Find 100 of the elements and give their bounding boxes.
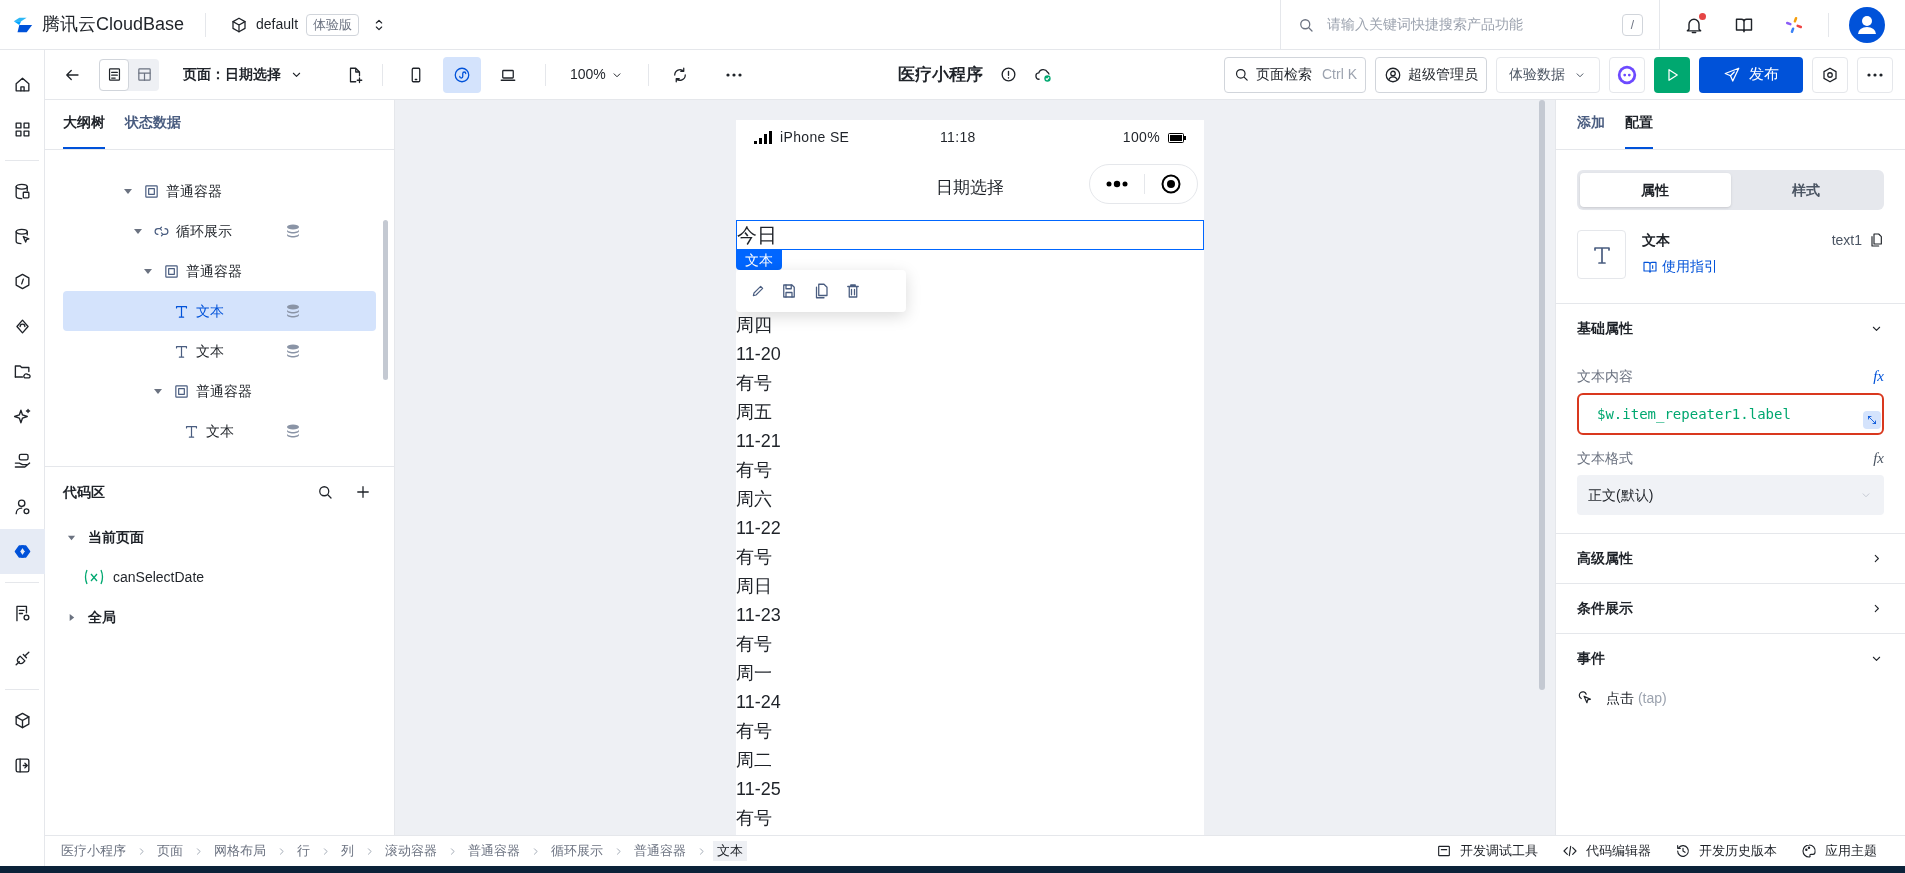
assistant-button[interactable] <box>1609 56 1645 93</box>
panel-tab[interactable]: 添加 <box>1577 112 1605 149</box>
alert-circle-icon[interactable] <box>998 65 1018 84</box>
breadcrumb-item[interactable]: 普通容器 <box>630 841 690 861</box>
tree-toggle-icon[interactable] <box>133 226 143 236</box>
save-icon[interactable] <box>780 282 798 300</box>
selected-text-element[interactable]: 今日 <box>736 220 1204 250</box>
field-label: 文本格式 <box>1577 448 1633 468</box>
tree-item[interactable]: 普通容器 <box>63 171 376 211</box>
plus-icon[interactable] <box>354 483 372 501</box>
colorful-logo-icon[interactable] <box>1784 14 1804 35</box>
settings-button[interactable] <box>1812 56 1848 93</box>
expand-icon <box>1866 414 1878 426</box>
hexagon-icon <box>12 272 32 291</box>
code-item[interactable]: canSelectDate <box>63 557 376 597</box>
view-mode-toggle[interactable] <box>99 58 129 91</box>
breadcrumb-item[interactable]: 页面 <box>153 841 187 861</box>
guide-link[interactable]: 使用指引 <box>1642 256 1832 277</box>
breadcrumb-item[interactable]: 行 <box>293 841 314 861</box>
tree-label: 普通容器 <box>186 261 242 281</box>
container-icon <box>143 182 160 200</box>
tree-label: 文本 <box>206 421 234 441</box>
page-search-button[interactable]: 页面检索 Ctrl K <box>1224 56 1366 93</box>
section-header[interactable]: 条件展示 <box>1577 584 1884 633</box>
copy-icon[interactable] <box>1868 232 1884 248</box>
footer-tool-button[interactable]: 开发调试工具 <box>1436 841 1538 861</box>
hand-icon <box>12 452 32 471</box>
format-select[interactable]: 正文(默认) <box>1577 475 1884 515</box>
tree-toggle-icon[interactable] <box>153 386 163 396</box>
container-icon <box>173 382 190 400</box>
tree-item[interactable]: 文本 <box>63 331 376 371</box>
tree-item[interactable]: 循环展示 <box>63 211 376 251</box>
tree-item[interactable]: 普通容器 <box>63 251 376 291</box>
panel-tab[interactable]: 配置 <box>1625 112 1653 149</box>
battery-level: 100% <box>1122 128 1160 147</box>
environment-name[interactable]: default <box>256 14 299 35</box>
tree-item[interactable]: 普通容器 <box>63 371 376 411</box>
container-icon <box>163 262 180 280</box>
pencil-icon[interactable] <box>750 283 766 299</box>
more-icon[interactable] <box>1106 180 1128 188</box>
avatar-icon[interactable] <box>1849 6 1885 43</box>
device-name: iPhone SE <box>780 128 851 147</box>
formula-icon[interactable]: fx <box>1873 364 1884 388</box>
section-header[interactable]: 高级属性 <box>1577 534 1884 583</box>
segment-tab[interactable]: 样式 <box>1730 173 1881 207</box>
shortcut-key: / <box>1621 13 1643 36</box>
settings-icon <box>1821 65 1839 84</box>
field-label: 文本内容 <box>1577 366 1633 386</box>
breadcrumb-item[interactable]: 列 <box>337 841 358 861</box>
footer-tool-button[interactable]: 代码编辑器 <box>1562 841 1651 861</box>
breadcrumb-item[interactable]: 普通容器 <box>464 841 524 861</box>
breadcrumb-item[interactable]: 滚动容器 <box>381 841 441 861</box>
data-select[interactable]: 体验数据 <box>1496 56 1600 93</box>
cube-icon <box>230 15 248 34</box>
section-title: 代码区 <box>63 482 106 502</box>
history-icon <box>1675 843 1691 859</box>
rail-item[interactable] <box>0 529 45 574</box>
list-text: 周六 <box>736 488 772 511</box>
publish-button[interactable]: 发布 <box>1699 56 1803 93</box>
footer-tool-button[interactable]: 开发历史版本 <box>1675 841 1777 861</box>
tree-label: 普通容器 <box>196 381 252 401</box>
breadcrumb-item[interactable]: 医疗小程序 <box>57 841 130 861</box>
panel-tab[interactable]: 状态数据 <box>125 112 181 149</box>
footer-tool-button[interactable]: 应用主题 <box>1801 841 1877 861</box>
search-field[interactable]: 请输入关键词快捷搜索产品功能 <box>1327 14 1610 35</box>
panel-tab[interactable]: 大纲树 <box>63 112 105 149</box>
segment-tab[interactable]: 属性 <box>1580 173 1731 207</box>
trash-icon[interactable] <box>844 282 862 300</box>
device-toggle[interactable] <box>443 56 481 93</box>
list-text: 11-21 <box>736 430 781 453</box>
database-icon <box>286 224 300 238</box>
tree-item[interactable]: 文本 <box>63 411 376 451</box>
list-text: 11-23 <box>736 604 781 627</box>
close-target-icon[interactable] <box>1161 174 1181 194</box>
mini-program-icon <box>453 65 471 84</box>
sidebar-collapse-icon <box>12 756 32 775</box>
breadcrumb-item[interactable]: 循环展示 <box>547 841 607 861</box>
tree-item[interactable]: 文本 <box>63 291 376 331</box>
tree-label: 普通容器 <box>166 181 222 201</box>
search-icon[interactable] <box>316 483 334 501</box>
notification-button[interactable] <box>1684 14 1704 35</box>
section-header[interactable]: 事件 <box>1577 634 1884 683</box>
page-select[interactable]: 页面：日期选择 <box>183 64 304 85</box>
tree-toggle-icon[interactable] <box>143 266 153 276</box>
tree-toggle-icon[interactable] <box>123 186 133 196</box>
user-circle-icon <box>1384 65 1402 84</box>
list-text: 有号 <box>736 459 772 482</box>
zoom-select[interactable]: 100% <box>562 64 632 85</box>
event-item[interactable]: 点击 (tap) <box>1577 683 1884 713</box>
run-button[interactable] <box>1654 56 1690 93</box>
expand-button[interactable] <box>1863 411 1881 429</box>
role-button[interactable]: 超级管理员 <box>1375 56 1487 93</box>
breadcrumb-item[interactable]: 网格布局 <box>210 841 270 861</box>
formula-icon[interactable]: fx <box>1873 446 1884 470</box>
list-text: 11-24 <box>736 691 781 714</box>
breadcrumb-item[interactable]: 文本 <box>713 841 747 861</box>
palette-icon <box>1801 843 1817 859</box>
section-header[interactable]: 基础属性 <box>1577 304 1884 353</box>
code-group[interactable]: 全局 <box>63 597 376 637</box>
code-group[interactable]: 当前页面 <box>63 517 376 557</box>
